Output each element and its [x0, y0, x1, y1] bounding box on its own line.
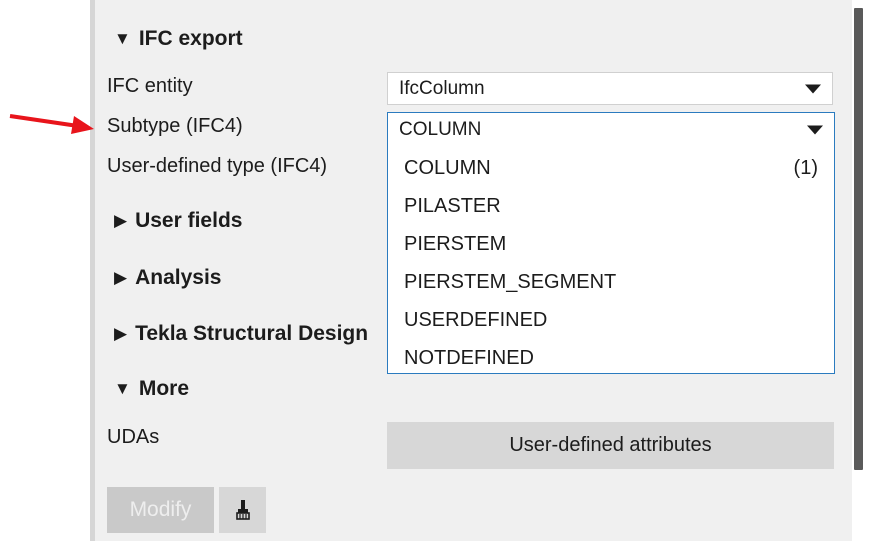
section-user-fields[interactable]: ▶ User fields	[114, 209, 242, 233]
section-more-label: More	[138, 377, 190, 400]
option-label: PIERSTEM	[404, 232, 507, 255]
subtype-option-list: COLUMN (1) PILASTER PIERSTEM PIERSTEM_SE…	[388, 149, 834, 377]
option-label: COLUMN	[404, 156, 491, 179]
chevron-down-icon	[807, 125, 823, 134]
ifc-entity-value: IfcColumn	[399, 77, 485, 99]
triangle-down-icon: ▼	[114, 29, 131, 48]
subtype-option[interactable]: PIERSTEM	[388, 225, 834, 263]
section-tekla-design[interactable]: ▶ Tekla Structural Design	[114, 322, 386, 346]
modify-button[interactable]: Modify	[107, 487, 214, 533]
ifc-entity-select[interactable]: IfcColumn	[387, 72, 833, 105]
subtype-select[interactable]: COLUMN	[388, 113, 834, 146]
section-ifc-export-label: IFC export	[138, 27, 243, 50]
option-label: USERDEFINED	[404, 308, 548, 331]
user-defined-type-label: User-defined type (IFC4)	[107, 155, 328, 177]
chevron-down-icon	[805, 84, 821, 93]
triangle-right-icon: ▶	[114, 268, 128, 287]
subtype-option[interactable]: PILASTER	[388, 187, 834, 225]
brush-icon	[235, 500, 250, 520]
udas-label: UDAs	[107, 426, 160, 448]
section-analysis-label: Analysis	[135, 266, 222, 289]
subtype-option[interactable]: USERDEFINED	[388, 301, 834, 339]
triangle-down-icon: ▼	[114, 379, 131, 398]
scrollbar-thumb[interactable]	[854, 8, 863, 470]
subtype-value: COLUMN	[399, 118, 482, 140]
brush-button[interactable]	[219, 487, 266, 533]
panel-left-border	[90, 0, 95, 541]
red-arrow-icon	[9, 114, 94, 134]
option-label: PILASTER	[404, 194, 501, 217]
option-label: PIERSTEM_SEGMENT	[404, 270, 617, 293]
subtype-option[interactable]: COLUMN (1)	[388, 149, 834, 187]
triangle-right-icon: ▶	[114, 211, 128, 230]
option-label: NOTDEFINED	[404, 346, 534, 369]
section-ifc-export[interactable]: ▼ IFC export	[114, 27, 243, 51]
option-count: (1)	[793, 156, 818, 179]
subtype-option[interactable]: NOTDEFINED	[388, 339, 834, 377]
triangle-right-icon: ▶	[114, 324, 128, 343]
section-more[interactable]: ▼ More	[114, 377, 189, 401]
ifc-entity-label: IFC entity	[107, 75, 193, 97]
section-analysis[interactable]: ▶ Analysis	[114, 266, 221, 290]
subtype-dropdown[interactable]: COLUMN COLUMN (1) PILASTER PIERSTEM PIER…	[387, 112, 835, 374]
section-tekla-design-label: Tekla Structural Design	[135, 322, 369, 345]
section-user-fields-label: User fields	[135, 209, 243, 232]
subtype-label: Subtype (IFC4)	[107, 115, 243, 137]
user-defined-attributes-button[interactable]: User-defined attributes	[387, 422, 834, 469]
subtype-option[interactable]: PIERSTEM_SEGMENT	[388, 263, 834, 301]
